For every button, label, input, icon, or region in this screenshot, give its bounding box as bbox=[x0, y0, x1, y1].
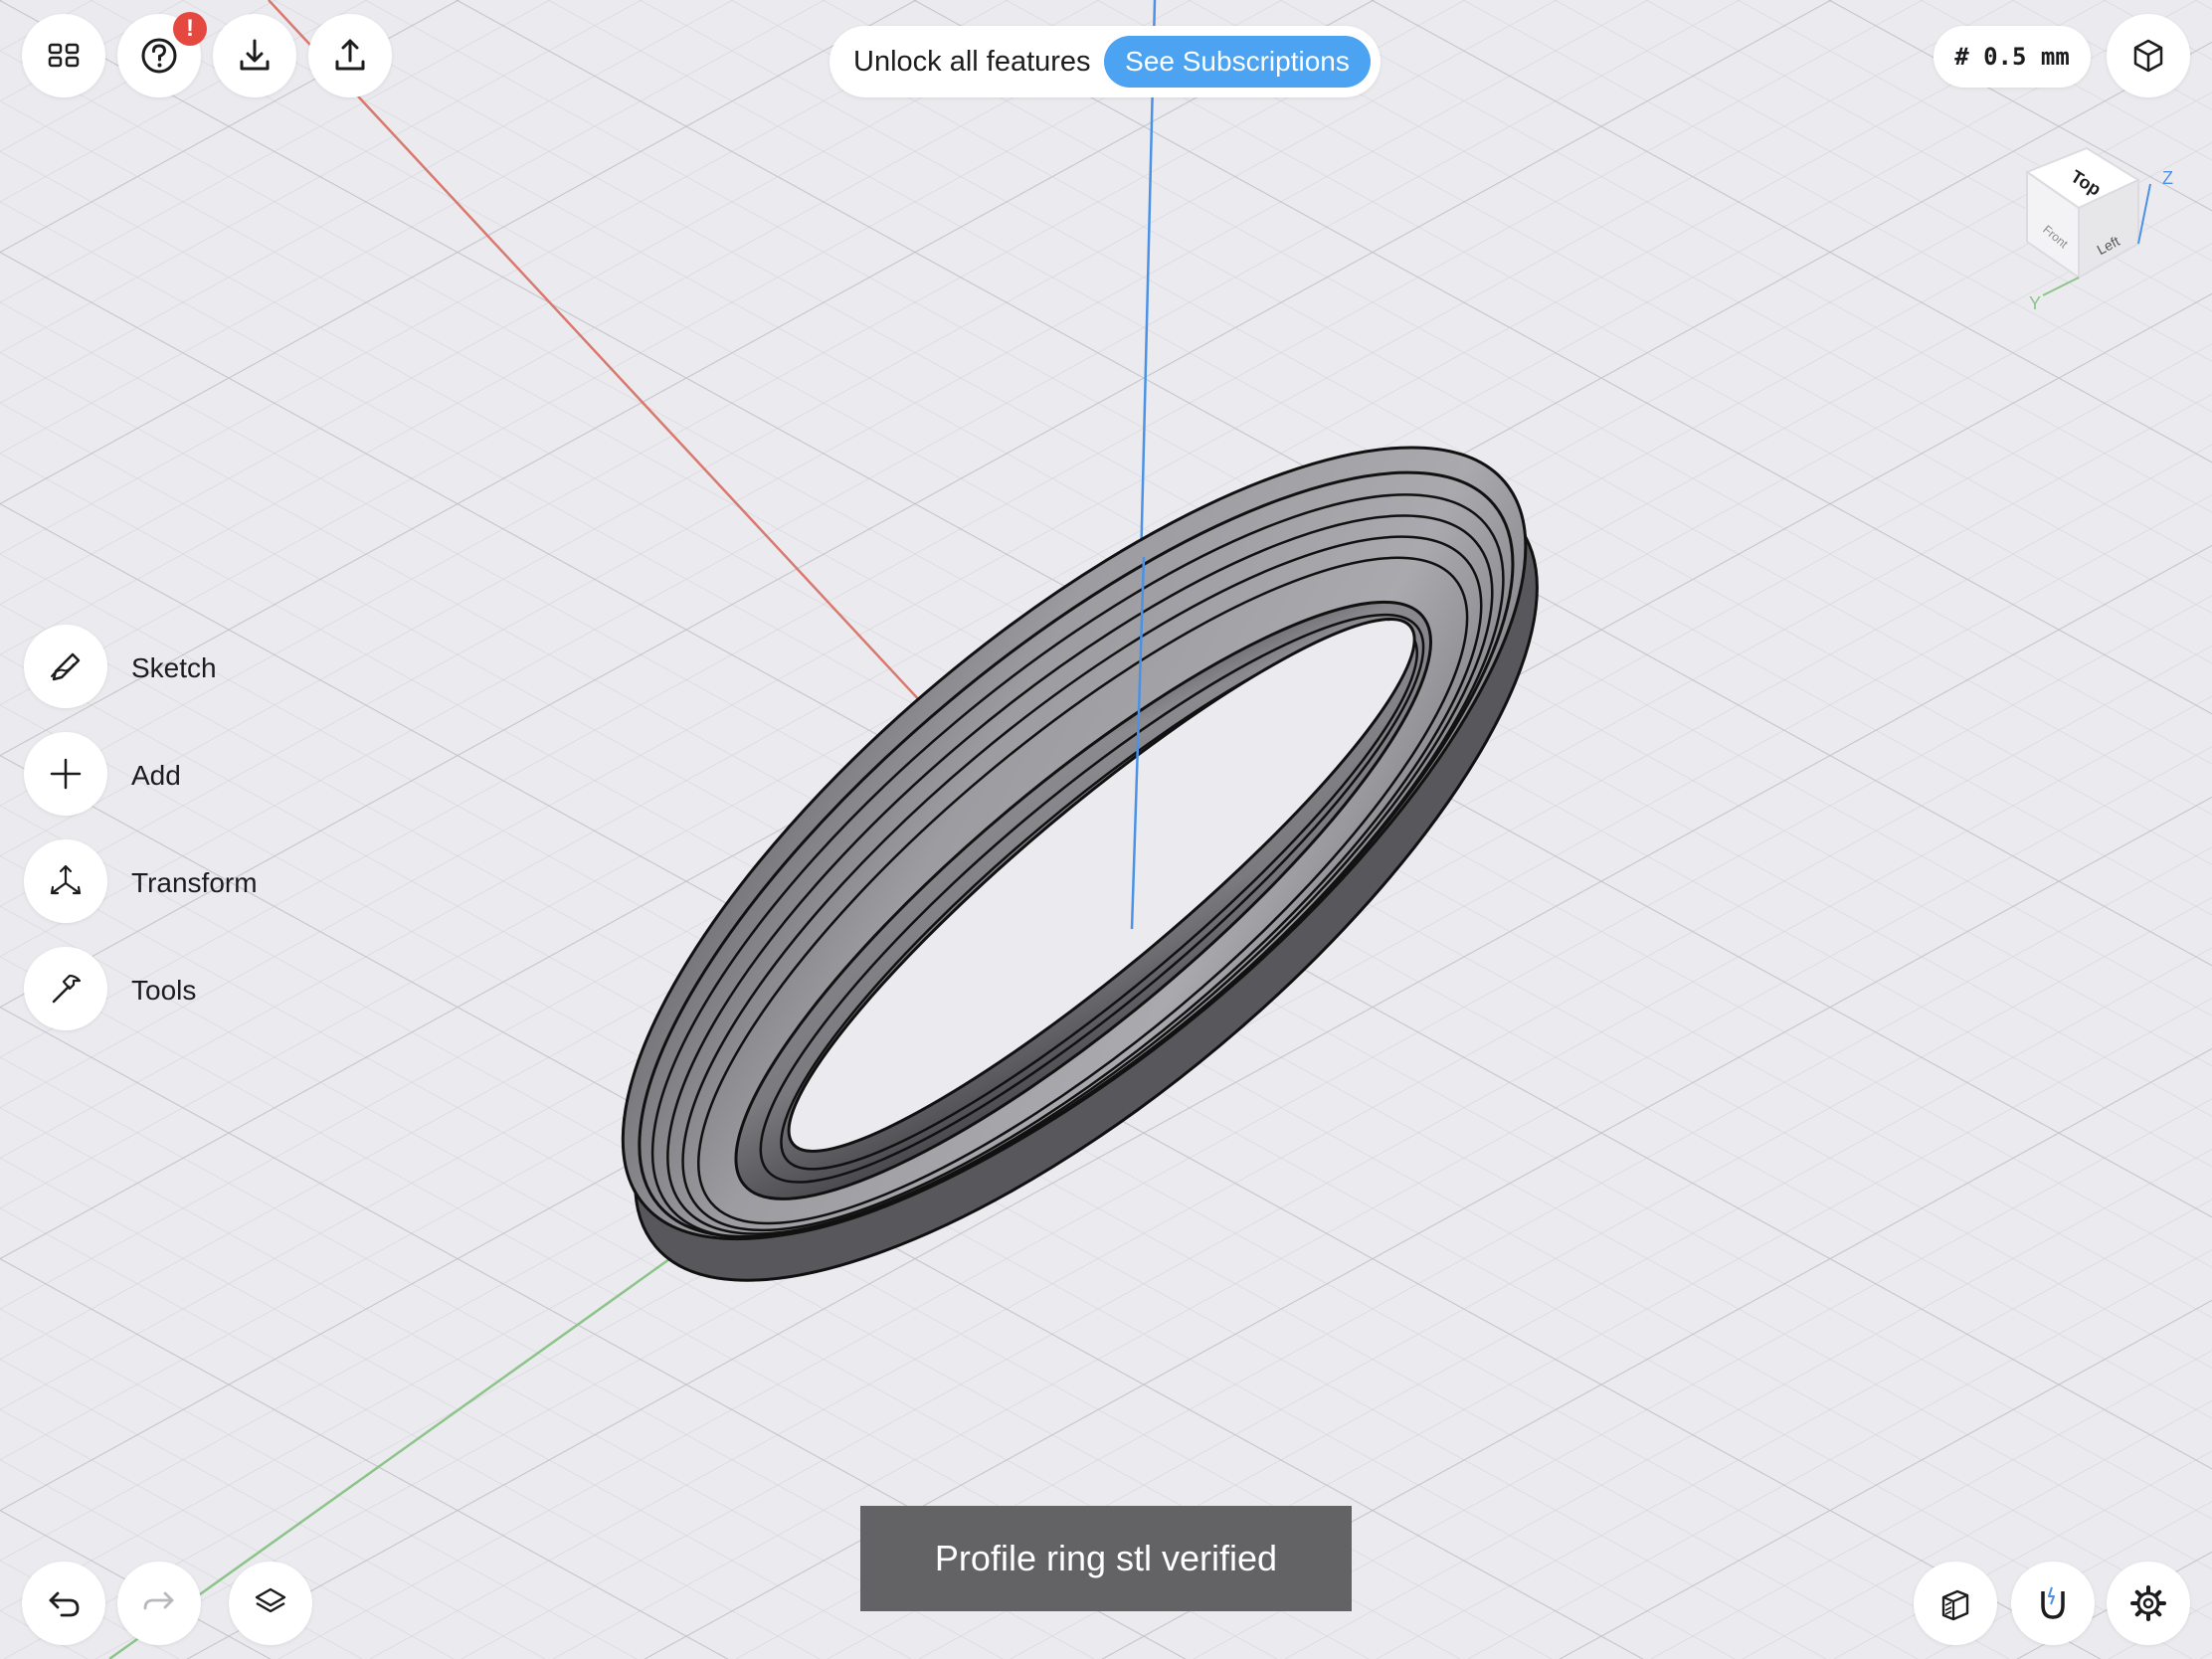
hammer-icon bbox=[52, 974, 82, 1004]
grid-view-button[interactable] bbox=[22, 14, 105, 97]
section-view-icon bbox=[1941, 1589, 1969, 1621]
snap-button[interactable] bbox=[2011, 1562, 2095, 1645]
notification-badge: ! bbox=[173, 12, 207, 46]
transform-label: Transform bbox=[131, 867, 258, 898]
share-icon bbox=[335, 39, 365, 71]
layers-button[interactable] bbox=[229, 1562, 312, 1645]
grid-size-button[interactable]: # 0.5 mm bbox=[1934, 26, 2091, 88]
3d-viewport[interactable]: Top Left Front Z Y bbox=[0, 0, 2212, 1659]
undo-button[interactable] bbox=[22, 1562, 105, 1645]
download-icon bbox=[240, 39, 270, 71]
add-button[interactable] bbox=[24, 732, 107, 816]
toast-message: Profile ring stl verified bbox=[860, 1506, 1352, 1611]
redo-button[interactable] bbox=[117, 1562, 201, 1645]
cube-view-icon bbox=[2133, 39, 2163, 73]
transform-button[interactable] bbox=[24, 839, 107, 923]
tools-button[interactable] bbox=[24, 947, 107, 1030]
sketch-label: Sketch bbox=[131, 652, 217, 683]
redo-icon bbox=[143, 1591, 174, 1610]
question-circle-icon bbox=[141, 38, 177, 74]
section-view-button[interactable] bbox=[1914, 1562, 1997, 1645]
gear-icon bbox=[2130, 1585, 2166, 1621]
move-arrows-icon bbox=[50, 864, 82, 895]
layers-icon bbox=[255, 1587, 286, 1613]
add-label: Add bbox=[131, 760, 181, 791]
pencil-icon bbox=[51, 652, 81, 681]
import-button[interactable] bbox=[213, 14, 296, 97]
magnet-icon bbox=[2041, 1586, 2065, 1619]
add-menu-item[interactable]: Add bbox=[24, 732, 282, 820]
see-subscriptions-button[interactable]: See Subscriptions bbox=[1104, 36, 1371, 88]
tools-label: Tools bbox=[131, 975, 197, 1006]
undo-icon bbox=[49, 1591, 80, 1617]
plus-icon bbox=[50, 758, 82, 790]
sketch-button[interactable] bbox=[24, 625, 107, 708]
export-button[interactable] bbox=[308, 14, 392, 97]
settings-button[interactable] bbox=[2107, 1562, 2190, 1645]
upgrade-banner: Unlock all features See Subscriptions bbox=[830, 26, 1381, 97]
grid-icon bbox=[48, 43, 80, 68]
tools-menu-item[interactable]: Tools bbox=[24, 947, 282, 1034]
view-mode-button[interactable] bbox=[2107, 14, 2190, 97]
transform-menu-item[interactable]: Transform bbox=[24, 839, 282, 927]
axis-y-label: Y bbox=[2029, 293, 2041, 313]
sketch-menu-item[interactable]: Sketch bbox=[24, 625, 282, 712]
axis-z-label: Z bbox=[2162, 168, 2173, 188]
promo-text: Unlock all features bbox=[853, 46, 1091, 78]
